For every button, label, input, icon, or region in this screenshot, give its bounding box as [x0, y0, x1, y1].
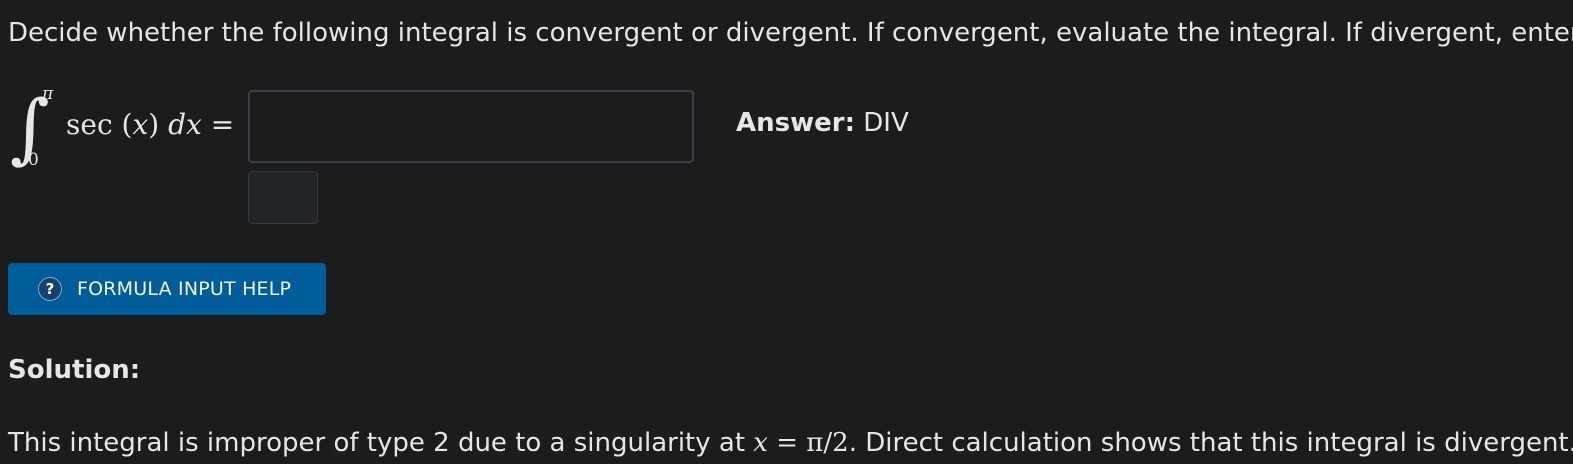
answer-preview-box [248, 171, 318, 224]
formula-input-help-button[interactable]: ? FORMULA INPUT HELP [8, 263, 326, 315]
equals-sign: = [210, 108, 235, 141]
open-paren: ( [121, 108, 133, 141]
function-name: sec [66, 108, 113, 141]
close-paren: ) [148, 108, 160, 141]
answer-label: Answer: [736, 108, 855, 138]
differential: dx [168, 108, 202, 141]
solution-text: This integral is improper of type 2 due … [8, 428, 1573, 458]
answer-key: Answer: DIV [736, 108, 909, 138]
solution-math-variable: x [753, 428, 768, 458]
integral-expression: ∫ π 0 sec (x) dx = [8, 82, 248, 182]
solution-title: Solution: [8, 355, 141, 385]
solution-text-before: This integral is improper of type 2 due … [8, 428, 754, 458]
solution-text-after: . Direct calculation shows that this int… [848, 428, 1573, 458]
integrand: sec (x) dx = [66, 108, 234, 141]
integral-lower-limit: 0 [28, 150, 39, 170]
integral-upper-limit: π [42, 84, 54, 104]
solution-math-value: π/2 [806, 428, 849, 458]
question-text: Decide whether the following integral is… [8, 18, 1573, 48]
formula-input-help-label: FORMULA INPUT HELP [77, 278, 292, 300]
answer-input[interactable] [248, 90, 694, 163]
answer-value: DIV [863, 108, 909, 138]
question-mark-icon: ? [38, 277, 62, 301]
integrand-variable: x [132, 108, 149, 141]
solution-math-equals: = [767, 428, 807, 458]
